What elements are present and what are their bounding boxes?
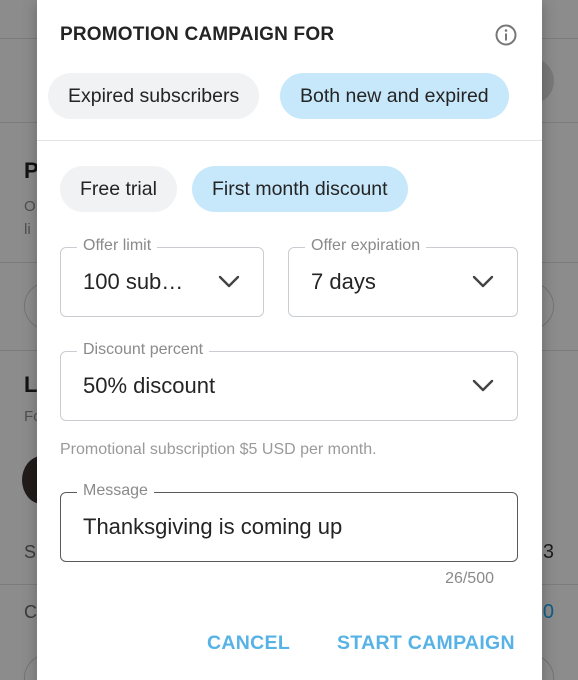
character-counter: 26/500 <box>445 570 494 587</box>
discount-percent-select[interactable]: Discount percent 50% discount <box>60 341 518 421</box>
discount-percent-value: 50% discount <box>83 373 216 398</box>
offer-expiration-value: 7 days <box>311 269 376 294</box>
message-label: Message <box>77 482 154 500</box>
offer-limit-label: Offer limit <box>77 237 158 255</box>
offer-chip-first-month-discount[interactable]: First month discount <box>192 166 408 212</box>
offer-limit-select[interactable]: Offer limit 100 sub… <box>60 237 264 317</box>
audience-chip-expired[interactable]: Expired subscribers <box>48 73 260 119</box>
chevron-down-icon <box>472 379 494 392</box>
promo-price-hint: Promotional subscription $5 USD per mont… <box>60 441 377 458</box>
cancel-button[interactable]: CANCEL <box>207 632 290 655</box>
info-icon[interactable] <box>494 23 518 47</box>
promotion-campaign-dialog: PROMOTION CAMPAIGN FOR Expired subscribe… <box>37 0 542 680</box>
offer-expiration-select[interactable]: Offer expiration 7 days <box>288 237 518 317</box>
message-value: Thanksgiving is coming up <box>83 514 343 539</box>
chevron-down-icon <box>472 275 494 288</box>
section-divider <box>37 140 542 141</box>
offer-expiration-label: Offer expiration <box>305 237 427 255</box>
offer-chip-free-trial[interactable]: Free trial <box>60 166 177 212</box>
start-campaign-button[interactable]: START CAMPAIGN <box>337 632 515 655</box>
offer-limit-value: 100 sub… <box>83 269 184 294</box>
audience-chip-both[interactable]: Both new and expired <box>280 73 509 119</box>
discount-percent-label: Discount percent <box>77 341 210 359</box>
message-input[interactable]: Message Thanksgiving is coming up <box>60 482 518 562</box>
chevron-down-icon <box>218 275 240 288</box>
dialog-title: PROMOTION CAMPAIGN FOR <box>60 24 335 45</box>
